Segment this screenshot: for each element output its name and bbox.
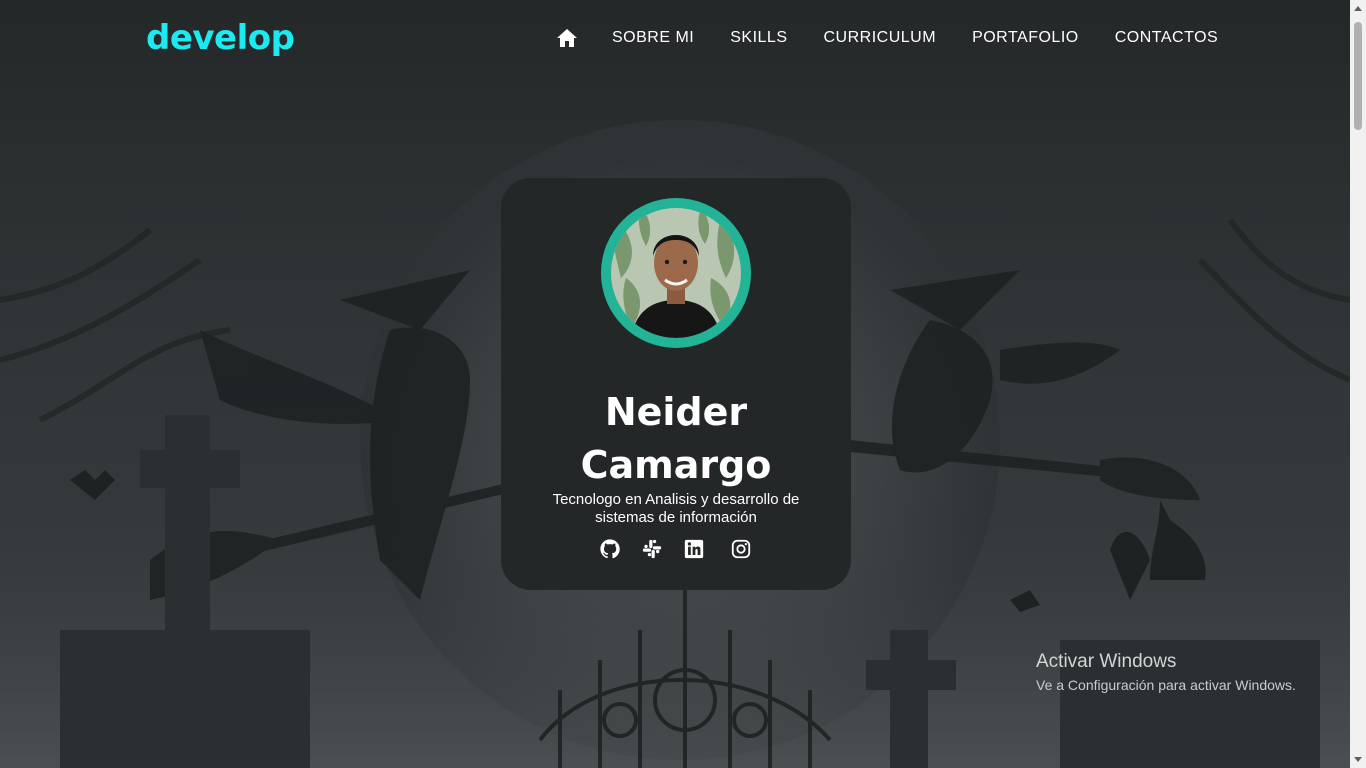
instagram-link[interactable] xyxy=(730,538,752,560)
top-navbar: develop SOBRE MI SKILLS CURRICULUM PORTA… xyxy=(0,0,1350,76)
github-icon xyxy=(600,539,620,559)
nav-item-curriculum[interactable]: CURRICULUM xyxy=(824,29,937,47)
avatar xyxy=(611,208,741,338)
page-scrollbar[interactable] xyxy=(1350,0,1366,768)
scroll-up-arrow-icon[interactable] xyxy=(1354,6,1362,11)
brand-logo[interactable]: develop xyxy=(146,14,295,62)
slack-link[interactable] xyxy=(641,538,663,560)
social-links xyxy=(501,538,851,560)
linkedin-link[interactable] xyxy=(683,538,705,560)
windows-activation-watermark: Activar Windows Ve a Configuración para … xyxy=(1036,651,1296,696)
scrollbar-thumb[interactable] xyxy=(1354,22,1362,130)
nav-item-skills[interactable]: SKILLS xyxy=(730,29,787,47)
profile-name-first: Neider xyxy=(604,390,748,434)
linkedin-icon xyxy=(684,539,704,559)
nav-item-contactos[interactable]: CONTACTOS xyxy=(1115,29,1218,47)
activation-subtitle: Ve a Configuración para activar Windows. xyxy=(1036,677,1296,693)
profile-name-last: Camargo xyxy=(580,443,772,487)
avatar-ring xyxy=(601,198,751,348)
slack-icon xyxy=(642,539,662,559)
home-icon xyxy=(557,29,577,47)
activation-title: Activar Windows xyxy=(1036,651,1177,672)
scroll-down-arrow-icon[interactable] xyxy=(1354,757,1362,762)
main-menu: SOBRE MI SKILLS CURRICULUM PORTAFOLIO CO… xyxy=(556,24,1218,52)
nav-item-portafolio[interactable]: PORTAFOLIO xyxy=(972,29,1079,47)
github-link[interactable] xyxy=(599,538,621,560)
nav-home-link[interactable] xyxy=(556,28,578,48)
instagram-icon xyxy=(731,539,751,559)
profile-name: Neider Camargo xyxy=(501,386,851,492)
profile-subtitle: Tecnologo en Analisis y desarrollo de si… xyxy=(552,491,800,526)
nav-item-sobre-mi[interactable]: SOBRE MI xyxy=(612,29,694,47)
profile-card: Neider Camargo Tecnologo en Analisis y d… xyxy=(501,178,851,590)
profile-photo xyxy=(611,208,741,338)
